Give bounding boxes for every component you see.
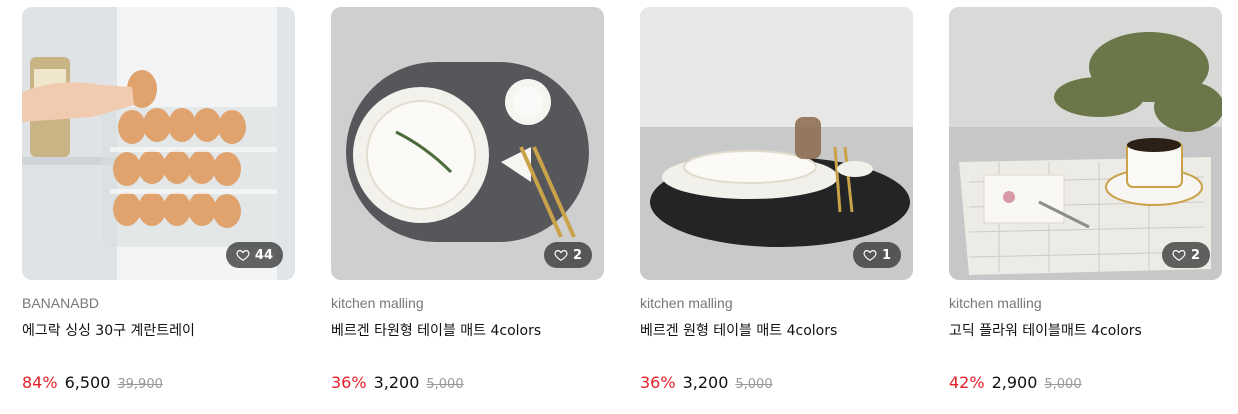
round-table-mat-photo [640, 7, 913, 280]
discount-rate: 36% [331, 373, 367, 392]
product-image[interactable]: 2 [331, 7, 604, 280]
sale-price: 2,900 [991, 373, 1038, 392]
heart-outline-icon [554, 250, 568, 261]
price-row: 42% 2,900 5,000 [949, 373, 1222, 392]
lace-table-mat-photo [949, 7, 1222, 280]
product-brand: kitchen malling [640, 295, 733, 311]
like-button[interactable]: 44 [225, 242, 283, 268]
product-card[interactable]: 2 kitchen malling 고딕 플라워 테이블매트 4colors 4… [949, 7, 1222, 392]
like-button[interactable]: 2 [1161, 242, 1210, 268]
original-price: 5,000 [735, 377, 773, 392]
sale-price: 3,200 [373, 373, 420, 392]
discount-rate: 42% [949, 373, 985, 392]
egg-tray-photo [22, 7, 295, 280]
product-card[interactable]: 1 kitchen malling 베르겐 원형 테이블 매트 4colors … [640, 7, 913, 392]
original-price: 39,900 [117, 377, 163, 392]
price-row: 84% 6,500 39,900 [22, 373, 295, 392]
product-image[interactable]: 1 [640, 7, 913, 280]
sale-price: 6,500 [64, 373, 111, 392]
oval-table-mat-photo [331, 7, 604, 280]
original-price: 5,000 [1044, 377, 1082, 392]
like-button[interactable]: 2 [543, 242, 592, 268]
product-title[interactable]: 에그락 싱싱 30구 계란트레이 [22, 321, 295, 341]
discount-rate: 36% [640, 373, 676, 392]
product-grid: 44 BANANABD 에그락 싱싱 30구 계란트레이 84% 6,500 3… [0, 0, 1238, 414]
like-count: 2 [1190, 247, 1200, 263]
product-card[interactable]: 44 BANANABD 에그락 싱싱 30구 계란트레이 84% 6,500 3… [22, 7, 295, 392]
like-button[interactable]: 1 [852, 242, 901, 268]
like-count: 44 [254, 247, 273, 263]
discount-rate: 84% [22, 373, 58, 392]
heart-outline-icon [1172, 250, 1186, 261]
price-row: 36% 3,200 5,000 [640, 373, 913, 392]
product-brand: kitchen malling [331, 295, 424, 311]
product-brand: kitchen malling [949, 295, 1042, 311]
product-title[interactable]: 베르겐 타원형 테이블 매트 4colors [331, 321, 604, 341]
price-row: 36% 3,200 5,000 [331, 373, 604, 392]
product-title[interactable]: 고딕 플라워 테이블매트 4colors [949, 321, 1222, 341]
product-card[interactable]: 2 kitchen malling 베르겐 타원형 테이블 매트 4colors… [331, 7, 604, 392]
sale-price: 3,200 [682, 373, 729, 392]
product-image[interactable]: 44 [22, 7, 295, 280]
heart-outline-icon [236, 250, 250, 261]
product-image[interactable]: 2 [949, 7, 1222, 280]
like-count: 1 [881, 247, 891, 263]
original-price: 5,000 [426, 377, 464, 392]
like-count: 2 [572, 247, 582, 263]
product-brand: BANANABD [22, 295, 100, 311]
product-title[interactable]: 베르겐 원형 테이블 매트 4colors [640, 321, 913, 341]
heart-outline-icon [863, 250, 877, 261]
